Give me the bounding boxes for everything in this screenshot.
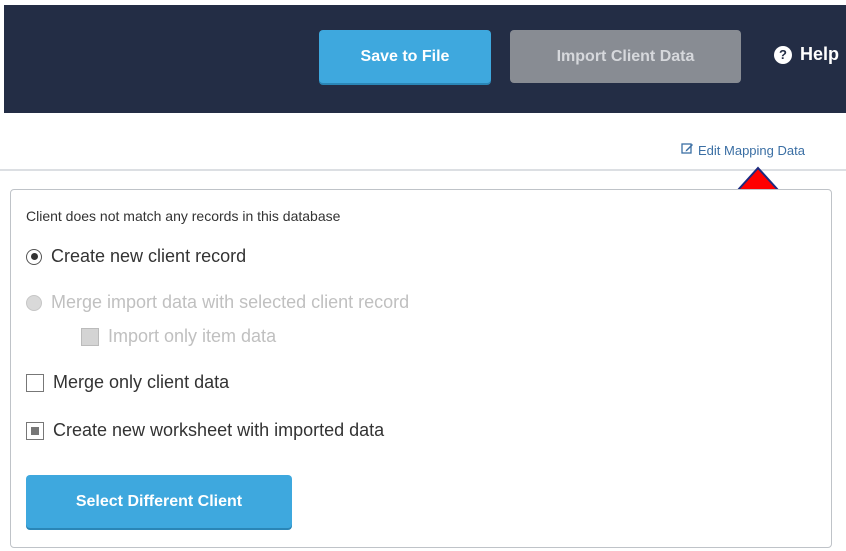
- option-import-item-only[interactable]: Import only item data: [81, 326, 276, 347]
- option-new-worksheet[interactable]: Create new worksheet with imported data: [26, 420, 384, 441]
- option-label: Merge only client data: [53, 372, 230, 392]
- question-circle-icon: ?: [774, 45, 792, 64]
- help-label: Help: [800, 44, 840, 64]
- checkbox-indeterminate[interactable]: [26, 421, 44, 440]
- import-client-data-button[interactable]: Import Client Data: [510, 30, 741, 83]
- option-label: Merge import data with selected client r…: [51, 292, 410, 312]
- checkbox-unchecked[interactable]: [26, 373, 44, 392]
- checkbox-disabled[interactable]: [81, 327, 99, 346]
- select-different-client-button[interactable]: Select Different Client: [26, 475, 292, 528]
- save-to-file-button[interactable]: Save to File: [319, 30, 491, 83]
- edit-icon: [681, 142, 694, 158]
- option-merge-client-only[interactable]: Merge only client data: [26, 372, 229, 393]
- edit-mapping-label: Edit Mapping Data: [698, 142, 805, 158]
- option-create-new-client[interactable]: Create new client record: [26, 246, 246, 267]
- option-label: Create new client record: [51, 246, 247, 266]
- help-link[interactable]: ? Help: [774, 44, 839, 65]
- no-match-message: Client does not match any records in thi…: [26, 208, 341, 224]
- option-label: Import only item data: [108, 326, 277, 346]
- option-label: Create new worksheet with imported data: [53, 420, 385, 440]
- option-merge-import[interactable]: Merge import data with selected client r…: [26, 292, 409, 313]
- radio-disabled[interactable]: [26, 294, 42, 311]
- edit-mapping-data-link[interactable]: Edit Mapping Data: [681, 142, 805, 158]
- divider: [0, 169, 846, 171]
- radio-selected[interactable]: [26, 248, 42, 265]
